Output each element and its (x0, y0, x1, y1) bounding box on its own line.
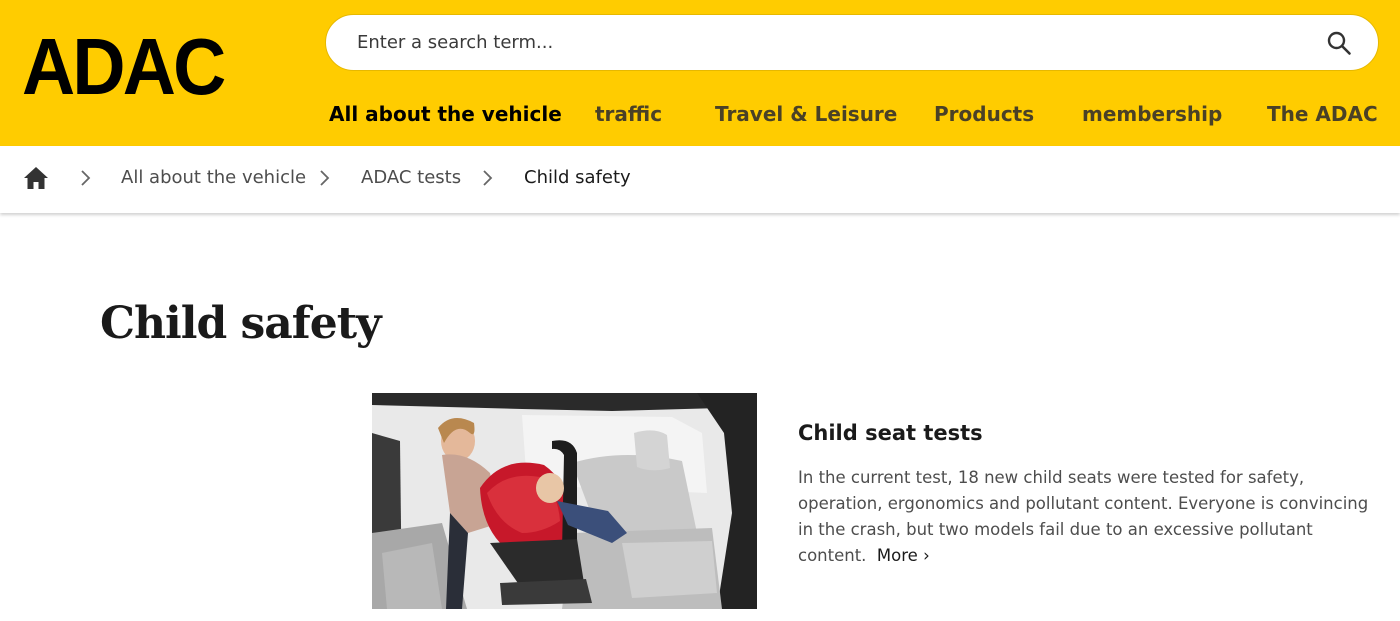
nav-item-traffic[interactable]: traffic (595, 100, 662, 128)
search-input[interactable] (357, 15, 1257, 70)
teaser-title[interactable]: Child seat tests (798, 418, 983, 448)
teaser-text: In the current test, 18 new child seats … (798, 465, 1378, 569)
nav-item-vehicle[interactable]: All about the vehicle (329, 100, 562, 128)
nav-item-products[interactable]: Products (934, 100, 1034, 128)
adac-logo[interactable]: ADAC (22, 27, 226, 107)
site-header: ADAC All about the vehicle traffic Trave… (0, 0, 1400, 146)
chevron-right-icon (483, 170, 493, 186)
nav-item-the-adac[interactable]: The ADAC (1267, 100, 1378, 128)
child-seat-photo (372, 393, 757, 609)
chevron-right-icon (81, 170, 91, 186)
teaser-image[interactable] (372, 393, 757, 609)
main-navigation: All about the vehicle traffic Travel & L… (329, 100, 1378, 130)
search-icon[interactable] (1326, 30, 1352, 56)
breadcrumb-item-vehicle[interactable]: All about the vehicle (121, 166, 306, 190)
search-bar (325, 14, 1379, 71)
page-title: Child safety (100, 298, 382, 349)
breadcrumb-item-adac-tests[interactable]: ADAC tests (361, 166, 461, 190)
nav-item-membership[interactable]: membership (1082, 100, 1222, 128)
chevron-right-icon (320, 170, 330, 186)
nav-item-travel-leisure[interactable]: Travel & Leisure (715, 100, 897, 128)
chevron-right-icon: › (923, 546, 930, 565)
more-link[interactable]: More › (877, 546, 930, 565)
breadcrumb-item-current: Child safety (524, 167, 631, 188)
home-icon[interactable] (23, 166, 49, 190)
more-link-label: More (876, 546, 918, 565)
breadcrumb: All about the vehicle ADAC tests Child s… (0, 146, 1400, 213)
